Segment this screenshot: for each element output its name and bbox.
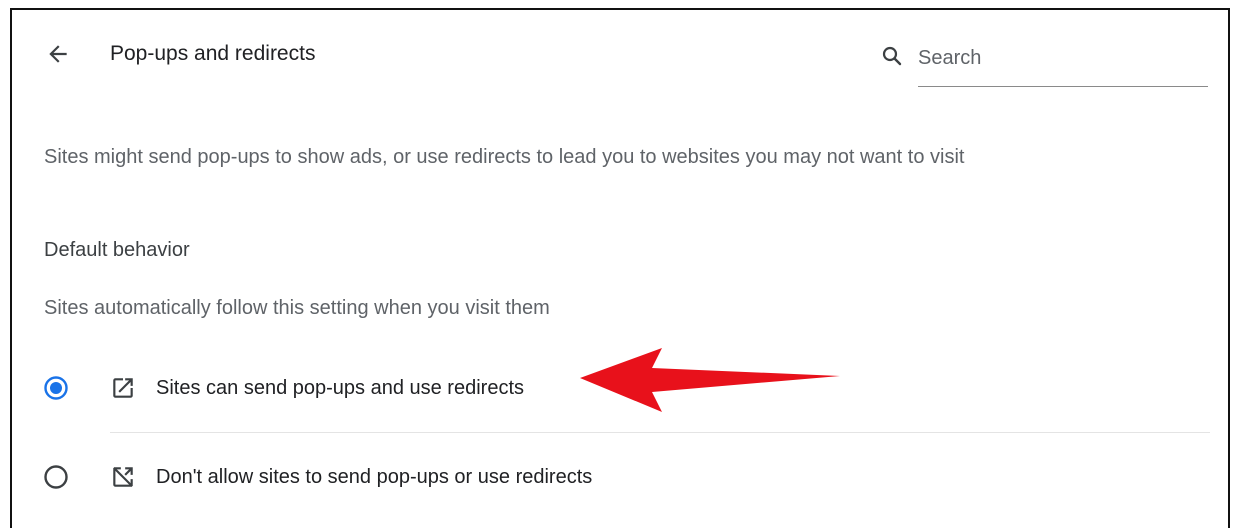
open-in-new-off-icon bbox=[113, 467, 133, 487]
search-icon bbox=[882, 46, 902, 66]
option-divider bbox=[110, 432, 1210, 433]
search-input[interactable] bbox=[918, 38, 1208, 87]
search-box[interactable] bbox=[880, 38, 1210, 87]
page-title: Pop-ups and redirects bbox=[110, 42, 316, 65]
section-title: Default behavior bbox=[44, 239, 190, 261]
arrow-left-icon bbox=[49, 45, 67, 63]
annotation-arrow-icon bbox=[580, 348, 840, 412]
radio-unselected[interactable] bbox=[43, 464, 69, 490]
radio-selected[interactable] bbox=[43, 375, 69, 401]
open-in-new-icon bbox=[113, 378, 133, 398]
option-block-popups[interactable]: Don't allow sites to send pop-ups or use… bbox=[12, 448, 1228, 506]
page-description: Sites might send pop-ups to show ads, or… bbox=[44, 146, 965, 168]
section-subtitle: Sites automatically follow this setting … bbox=[44, 297, 550, 319]
option-label: Sites can send pop-ups and use redirects bbox=[156, 377, 524, 399]
settings-panel: Pop-ups and redirects Sites might send p… bbox=[10, 8, 1230, 528]
page-header: Pop-ups and redirects bbox=[12, 10, 1228, 100]
option-label: Don't allow sites to send pop-ups or use… bbox=[156, 466, 593, 488]
back-button[interactable] bbox=[40, 36, 76, 72]
